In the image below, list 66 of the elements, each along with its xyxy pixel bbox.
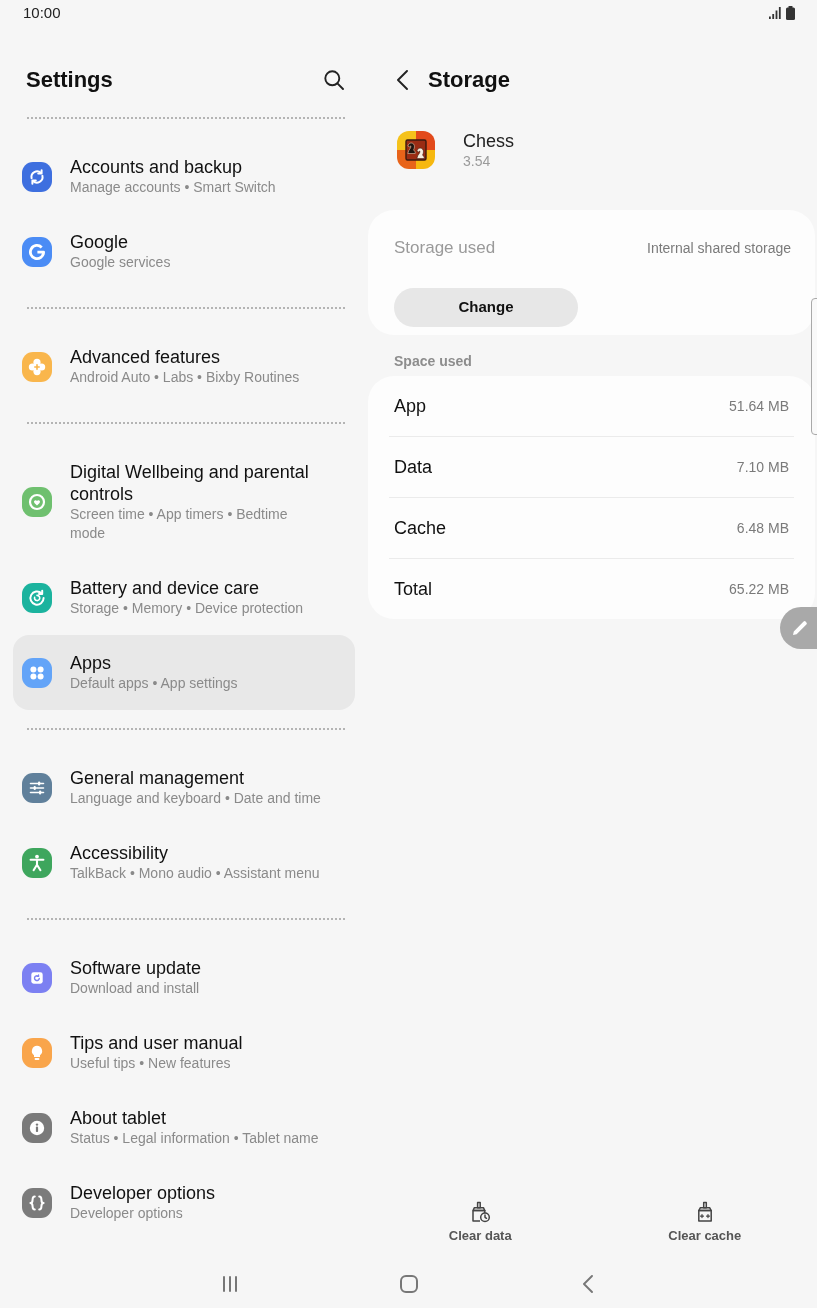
settings-list-item[interactable]: Software update Download and install [13, 940, 355, 1015]
pen-button[interactable] [780, 607, 817, 649]
search-icon[interactable] [324, 70, 344, 90]
settings-list-item[interactable]: Developer options Developer options [13, 1165, 355, 1240]
section-heading: Space used [394, 353, 472, 370]
storage-location-value: Internal shared storage [647, 239, 791, 257]
item-title: General management [70, 767, 246, 789]
item-subtitle: Storage • Memory • Device protection [70, 599, 305, 618]
storage-category-label: Data [394, 456, 433, 478]
pencil-icon [791, 619, 809, 637]
item-subtitle: TalkBack • Mono audio • Assistant menu [70, 864, 321, 883]
storage-category-label: Total [394, 578, 433, 600]
settings-list-item[interactable]: Accessibility TalkBack • Mono audio • Assistant menu [13, 825, 355, 900]
item-title: Developer options [70, 1182, 217, 1204]
app-name: Chess [463, 130, 515, 152]
item-subtitle: Android Auto • Labs • Bixby Routines [70, 368, 301, 387]
item-title: Battery and device care [70, 577, 261, 599]
back-icon[interactable] [396, 70, 408, 90]
settings-list-item[interactable]: Google Google services [13, 214, 355, 289]
brush-clock-icon [469, 1201, 492, 1223]
item-subtitle: Status • Legal information • Tablet name [70, 1129, 320, 1148]
item-title: Advanced features [70, 346, 222, 368]
item-title: Accessibility [70, 842, 170, 864]
storage-size-value: 65.22 MB [729, 580, 789, 598]
signal-icon [769, 7, 781, 19]
storage-category-label: Cache [394, 517, 447, 539]
settings-list-item[interactable]: Apps Default apps • App settings [13, 635, 355, 710]
home-icon[interactable] [399, 1275, 418, 1293]
settings-list-item[interactable]: Battery and device care Storage • Memory • Device protection [13, 560, 355, 635]
settings-title: Settings [26, 66, 113, 94]
storage-size-value: 6.48 MB [736, 519, 789, 537]
change-button[interactable]: Change [394, 288, 578, 327]
settings-list-item[interactable]: General management Language and keyboard • Date and time [13, 750, 355, 825]
clear-data-button[interactable]: Clear data [448, 1201, 512, 1244]
clear-cache-button[interactable]: Clear cache [668, 1201, 742, 1244]
edge-panel-handle[interactable] [811, 298, 817, 435]
settings-list-item[interactable]: Tips and user manual Useful tips • New features [13, 1015, 355, 1090]
storage-category-label: App [394, 395, 427, 417]
battery-icon [786, 6, 795, 20]
settings-list-item[interactable]: About tablet Status • Legal information • Tablet name [13, 1090, 355, 1165]
item-subtitle: Download and install [70, 979, 201, 998]
item-subtitle: Google services [70, 253, 172, 272]
item-subtitle: Manage accounts • Smart Switch [70, 178, 277, 197]
item-title: Apps [70, 652, 113, 674]
item-title: Google [70, 231, 130, 253]
item-subtitle: Screen time • App timers • Bedtime mode [70, 505, 289, 543]
settings-list-item[interactable]: Accounts and backup Manage accounts • Smart Switch [13, 139, 355, 214]
item-subtitle: Developer options [70, 1204, 184, 1223]
settings-list-item[interactable]: Advanced features Android Auto • Labs • Bixby Routines [13, 329, 355, 404]
item-title: Tips and user manual [70, 1032, 244, 1054]
item-title: Digital Wellbeing and parental controls [70, 461, 310, 505]
item-subtitle: Useful tips • New features [70, 1054, 232, 1073]
storage-size-value: 7.10 MB [736, 458, 789, 476]
status-time: 10:00 [23, 4, 61, 22]
item-title: About tablet [70, 1107, 168, 1129]
storage-title: Storage [428, 66, 510, 94]
item-subtitle: Language and keyboard • Date and time [70, 789, 322, 808]
settings-list-item[interactable]: Digital Wellbeing and parental controls Screen time • App timers • Bedtime mode [13, 444, 355, 560]
app-version: 3.54 [463, 152, 492, 170]
recents-icon[interactable] [221, 1276, 238, 1292]
item-title: Accounts and backup [70, 156, 244, 178]
item-subtitle: Default apps • App settings [70, 674, 239, 693]
item-title: Software update [70, 957, 203, 979]
storage-used-label: Storage used [394, 237, 496, 259]
storage-size-value: 51.64 MB [729, 397, 789, 415]
chess-app-icon [397, 131, 435, 169]
